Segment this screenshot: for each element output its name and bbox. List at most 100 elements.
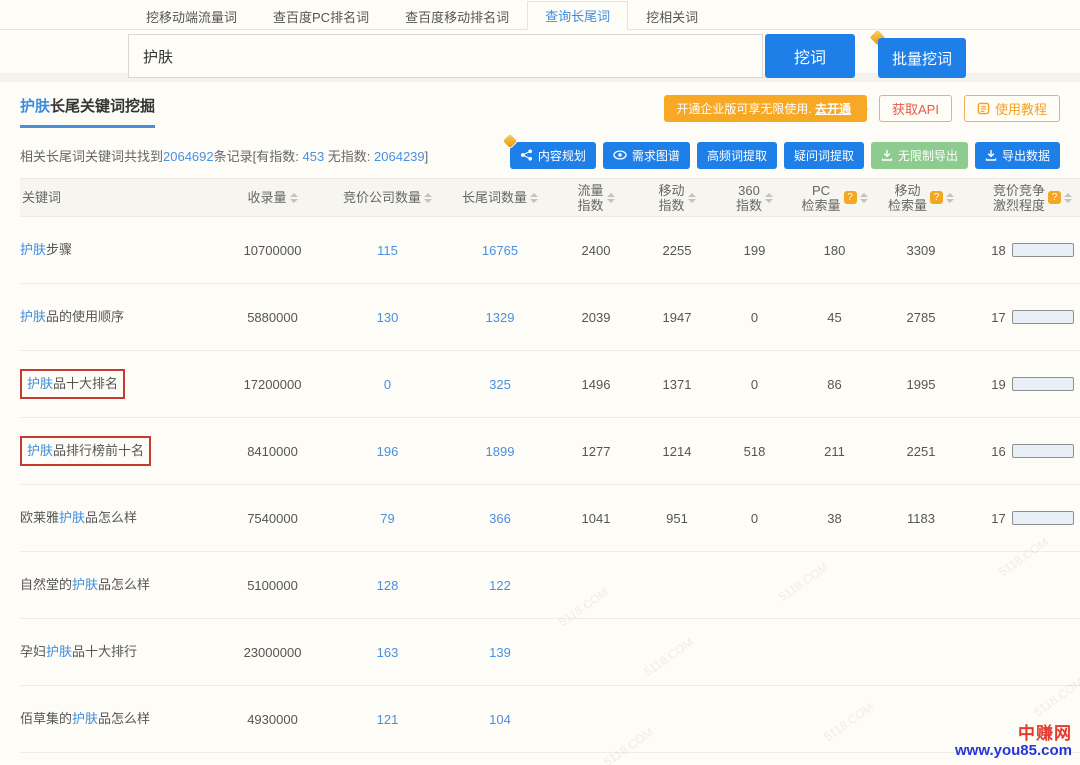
help-icon[interactable]: ? [844, 191, 857, 204]
tutorial-button[interactable]: 使用教程 [964, 95, 1060, 122]
value-cell: 951 [637, 485, 717, 552]
sort-icon[interactable] [860, 193, 868, 203]
count-link-cell[interactable]: 115 [330, 217, 445, 284]
keyword-cell: 护肤步骤 [20, 217, 215, 284]
competition-cell: 17 [965, 485, 1080, 552]
column-header-1[interactable]: 收录量 [215, 179, 330, 217]
count-link-cell[interactable]: 163 [330, 619, 445, 686]
sort-icon[interactable] [290, 193, 298, 203]
value-cell: 1371 [637, 351, 717, 418]
keyword-cell: 自然堂的护肤品怎么样 [20, 552, 215, 619]
value-cell [637, 619, 717, 686]
count-link-cell[interactable]: 104 [445, 686, 555, 753]
toolbar-button-0[interactable]: 内容规划 [510, 142, 596, 169]
sort-icon[interactable] [607, 193, 615, 203]
toolbar-button-1[interactable]: 需求图谱 [603, 142, 690, 169]
table-row: 护肤品的使用顺序5880000130132920391947045278517 [20, 284, 1080, 351]
count-link-cell[interactable]: 122 [445, 552, 555, 619]
batch-dig-button[interactable]: 批量挖词 [878, 38, 966, 78]
keyword-cell: 护肤品十大排名 [20, 351, 215, 418]
toolbar-button-3[interactable]: 疑问词提取 [784, 142, 864, 169]
column-header-7[interactable]: PC检索量? [792, 179, 877, 217]
value-cell: 0 [717, 284, 792, 351]
open-enterprise-link[interactable]: 去开通 [815, 102, 851, 116]
value-cell: 45 [792, 284, 877, 351]
value-cell [555, 686, 637, 753]
table-row: 欧莱雅护肤品怎么样7540000793661041951038118317 [20, 485, 1080, 552]
tab-0[interactable]: 挖移动端流量词 [128, 1, 255, 30]
count-link-cell[interactable]: 196 [330, 418, 445, 485]
toolbar-button-5[interactable]: 导出数据 [975, 142, 1060, 169]
count-link-cell[interactable]: 366 [445, 485, 555, 552]
help-icon[interactable]: ? [930, 191, 943, 204]
toolbar-button-4[interactable]: 无限制导出 [871, 142, 968, 169]
count-link-cell[interactable]: 79 [330, 485, 445, 552]
count-link-cell[interactable]: 0 [330, 351, 445, 418]
sort-icon[interactable] [424, 193, 432, 203]
get-api-button[interactable]: 获取API [879, 95, 952, 122]
dig-button[interactable]: 挖词 [765, 34, 855, 78]
search-row: 挖词 批量挖词 [0, 30, 1080, 82]
column-header-9[interactable]: 竞价竞争激烈程度? [965, 179, 1080, 217]
value-cell [877, 552, 965, 619]
competition-cell: 18 [965, 217, 1080, 284]
sort-icon[interactable] [765, 193, 773, 203]
tab-3[interactable]: 查询长尾词 [527, 1, 628, 30]
value-cell [792, 619, 877, 686]
value-cell [555, 619, 637, 686]
sort-icon[interactable] [946, 193, 954, 203]
tab-1[interactable]: 查百度PC排名词 [255, 1, 387, 30]
sort-icon[interactable] [530, 193, 538, 203]
count-link-cell[interactable]: 130 [330, 284, 445, 351]
column-header-0: 关键词 [20, 179, 215, 217]
value-cell: 0 [717, 485, 792, 552]
page-title: 护肤长尾关键词挖掘 [20, 95, 155, 128]
help-icon[interactable]: ? [1048, 191, 1061, 204]
column-header-8[interactable]: 移动检索量? [877, 179, 965, 217]
page: 挖移动端流量词查百度PC排名词查百度移动排名词查询长尾词挖相关词 挖词 批量挖词… [0, 0, 1080, 765]
count-link-cell[interactable]: 1329 [445, 284, 555, 351]
count-link-cell[interactable]: 16765 [445, 217, 555, 284]
column-header-6[interactable]: 360指数 [717, 179, 792, 217]
competition-cell [965, 552, 1080, 619]
value-cell: 1214 [637, 418, 717, 485]
value-cell: 5880000 [215, 284, 330, 351]
column-header-4[interactable]: 流量指数 [555, 179, 637, 217]
competition-bar [1012, 310, 1074, 324]
count-link-cell[interactable]: 1899 [445, 418, 555, 485]
keyword-cell: 护肤品的使用顺序 [20, 284, 215, 351]
tab-2[interactable]: 查百度移动排名词 [387, 1, 527, 30]
download-icon [985, 149, 997, 161]
count-link-cell[interactable]: 128 [330, 552, 445, 619]
column-header-2[interactable]: 竞价公司数量 [330, 179, 445, 217]
value-cell: 4930000 [215, 686, 330, 753]
competition-bar [1012, 511, 1074, 525]
value-cell: 1995 [877, 351, 965, 418]
eye-icon [613, 149, 627, 161]
count-link-cell[interactable]: 121 [330, 686, 445, 753]
count-link-cell[interactable]: 139 [445, 619, 555, 686]
value-cell [717, 619, 792, 686]
value-cell: 2039 [555, 284, 637, 351]
column-header-5[interactable]: 移动指数 [637, 179, 717, 217]
table-row: 孕妇护肤品十大排行23000000163139 [20, 619, 1080, 686]
value-cell: 2400 [555, 217, 637, 284]
value-cell [637, 686, 717, 753]
value-cell: 1183 [877, 485, 965, 552]
download-icon [881, 149, 893, 161]
keyword-input[interactable] [128, 34, 763, 78]
value-cell [717, 686, 792, 753]
tab-4[interactable]: 挖相关词 [628, 1, 716, 30]
value-cell: 2785 [877, 284, 965, 351]
sort-icon[interactable] [688, 193, 696, 203]
toolbar-button-2[interactable]: 高频词提取 [697, 142, 777, 169]
count-link-cell[interactable]: 325 [445, 351, 555, 418]
keyword-cell: 孕妇护肤品十大排行 [20, 619, 215, 686]
value-cell [555, 552, 637, 619]
table-row: 护肤步骤107000001151676524002255199180330918 [20, 217, 1080, 284]
sort-icon[interactable] [1064, 193, 1072, 203]
column-header-3[interactable]: 长尾词数量 [445, 179, 555, 217]
value-cell: 1041 [555, 485, 637, 552]
value-cell: 86 [792, 351, 877, 418]
value-cell: 2255 [637, 217, 717, 284]
